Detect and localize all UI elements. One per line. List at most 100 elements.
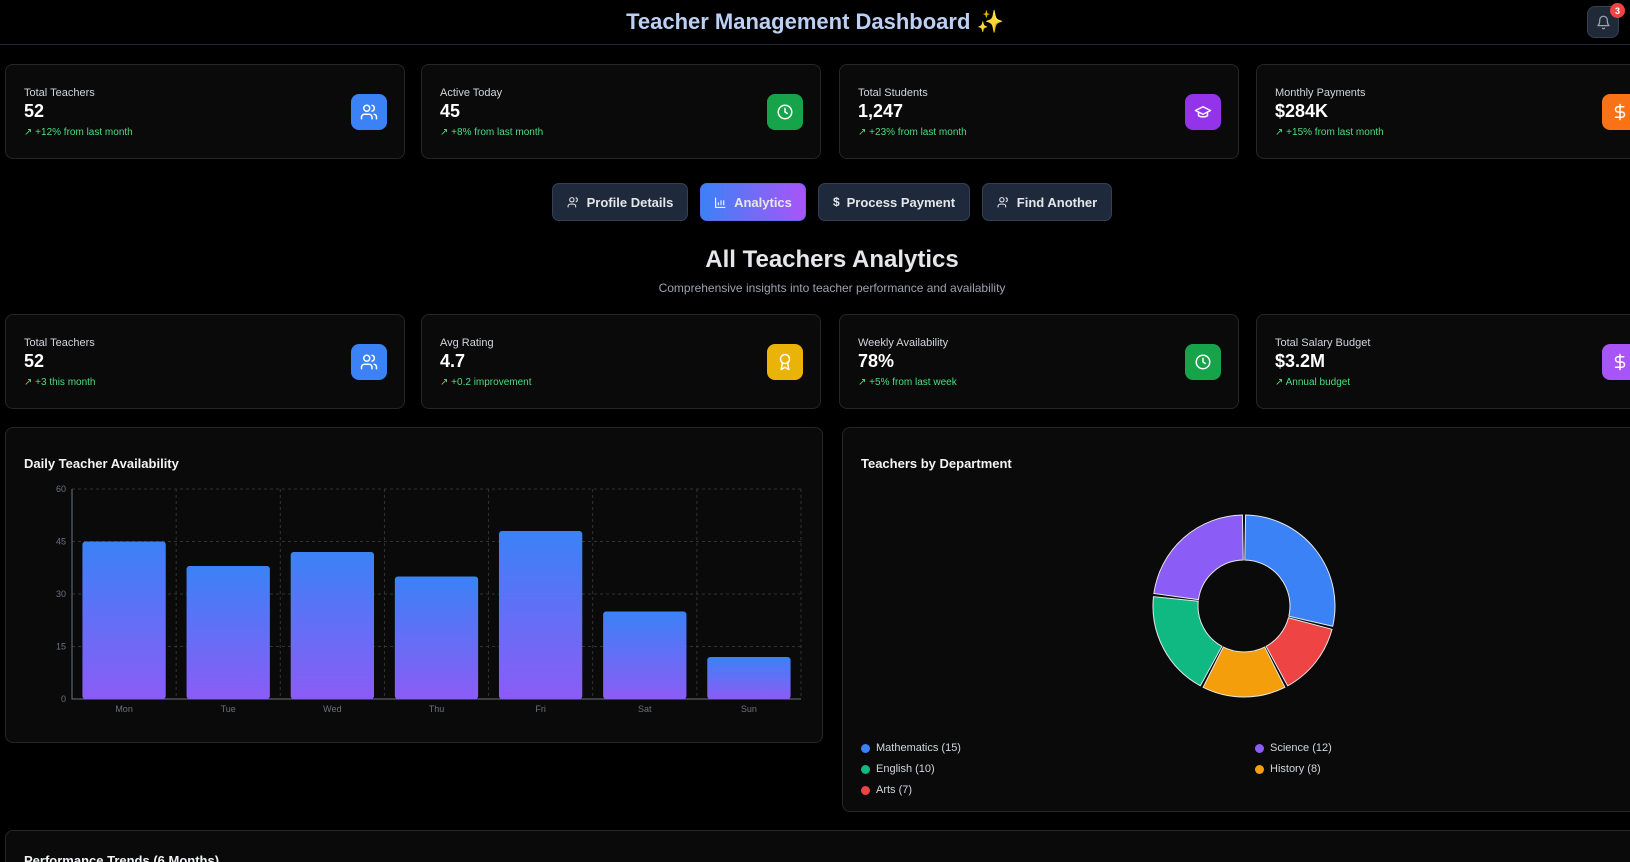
stat-label: Weekly Availability: [858, 337, 949, 349]
department-panel: Teachers by Department Mathematics (15) S…: [842, 427, 1630, 812]
tab-bar: Profile Details Analytics $ Process Paym…: [0, 183, 1630, 221]
stat-change: ↗ +12% from last month: [24, 127, 133, 138]
x-tick-label: Fri: [535, 704, 546, 714]
stat-label: Monthly Payments: [1275, 87, 1366, 99]
stat-card: Total Salary Budget $3.2M ↗ Annual budget: [1256, 314, 1630, 409]
bar-thu[interactable]: [394, 576, 479, 700]
trend-up-icon: ↗: [24, 377, 33, 388]
bar-chart-icon: [715, 197, 726, 208]
x-tick-label: Sat: [638, 704, 652, 714]
bar-wed[interactable]: [290, 552, 375, 699]
legend-swatch: [861, 764, 870, 774]
legend-swatch: [861, 785, 870, 795]
trend-up-icon: ↗: [858, 377, 867, 388]
performance-panel: Performance Trends (6 Months): [5, 830, 1630, 862]
stat-value: 52: [24, 101, 45, 121]
x-tick-label: Tue: [221, 704, 236, 714]
bar-sat[interactable]: [603, 611, 687, 700]
dollar-icon: $: [832, 195, 840, 209]
stat-card: Monthly Payments $284K ↗ +15% from last mo…: [1256, 64, 1630, 159]
legend-item: Science (12): [1255, 742, 1332, 754]
x-tick-label: Sun: [741, 704, 757, 714]
legend-label: Mathematics (15): [876, 742, 961, 754]
users-icon: [997, 196, 1008, 207]
dollar-icon: [1602, 94, 1630, 130]
analytics-title: All Teachers Analytics: [705, 246, 959, 273]
stat-card: Total Students 1,247 ↗ +23% from last mont…: [839, 64, 1239, 159]
stat-change: ↗ +3 this month: [24, 377, 96, 388]
x-tick-label: Thu: [429, 704, 445, 714]
award-icon: [767, 344, 803, 380]
stat-change: ↗ +0.2 improvement: [440, 377, 532, 388]
stat-label: Total Teachers: [24, 87, 95, 99]
stat-value: 45: [440, 101, 461, 121]
legend-swatch: [1255, 743, 1264, 753]
y-tick-label: 45: [56, 537, 66, 547]
tab-process-payment[interactable]: $ Process Payment: [818, 183, 970, 221]
notification-badge: 3: [1610, 3, 1625, 18]
legend-item: English (10): [861, 763, 935, 775]
clock-icon: [767, 94, 803, 130]
stat-change: ↗ +15% from last month: [1275, 127, 1384, 138]
legend-label: History (8): [1270, 763, 1321, 775]
analytics-subtitle: Comprehensive insights into teacher perf…: [658, 281, 1006, 295]
legend-label: Science (12): [1270, 742, 1332, 754]
performance-title: Performance Trends (6 Months): [24, 853, 220, 862]
trend-up-icon: ↗: [858, 127, 867, 138]
stat-label: Total Teachers: [24, 337, 95, 349]
slice-mathematics[interactable]: [1244, 514, 1336, 627]
stat-card: Total Teachers 52 ↗ +12% from last month: [5, 64, 405, 159]
bar-tue[interactable]: [186, 566, 270, 699]
legend-item: Arts (7): [861, 784, 912, 796]
app-header: Teacher Management Dashboard ✨ 3: [0, 0, 1630, 45]
slice-science[interactable]: [1153, 514, 1244, 601]
clock-icon: [1185, 344, 1221, 380]
stat-label: Active Today: [440, 87, 503, 99]
tab-label: Process Payment: [846, 194, 956, 210]
stat-card: Active Today 45 ↗ +8% from last month: [421, 64, 821, 159]
stat-card: Avg Rating 4.7 ↗ +0.2 improvement: [421, 314, 821, 409]
notifications-button[interactable]: 3: [1587, 3, 1625, 38]
user-icon: [567, 196, 578, 207]
page-title: Teacher Management Dashboard ✨: [626, 9, 1004, 34]
stat-change: ↗ +8% from last month: [440, 127, 544, 138]
legend-label: English (10): [876, 763, 935, 775]
stat-label: Avg Rating: [440, 337, 494, 349]
trend-up-icon: ↗: [24, 127, 33, 138]
legend-item: Mathematics (15): [861, 742, 961, 754]
stat-value: 52: [24, 351, 45, 371]
stat-value: $3.2M: [1275, 351, 1326, 371]
users-icon: [351, 344, 387, 380]
department-donut-chart: [1152, 514, 1336, 698]
stat-card: Weekly Availability 78% ↗ +5% from last we…: [839, 314, 1239, 409]
trend-up-icon: ↗: [440, 127, 449, 138]
stat-card: Total Teachers 52 ↗ +3 this month: [5, 314, 405, 409]
graduation-cap-icon: [1185, 94, 1221, 130]
y-tick-label: 15: [56, 642, 66, 652]
tab-analytics[interactable]: Analytics: [700, 183, 806, 221]
trend-up-icon: ↗: [1275, 127, 1284, 138]
stat-label: Total Students: [858, 87, 928, 99]
bar-sun[interactable]: [707, 657, 791, 699]
bar-mon[interactable]: [82, 541, 166, 700]
x-tick-label: Wed: [323, 704, 341, 714]
tab-label: Analytics: [734, 194, 792, 210]
availability-bar-chart: 0 15 30 45 60 Mon Tue Wed Thu Fri Sat Sun: [56, 484, 802, 714]
trend-up-icon: ↗: [440, 377, 449, 388]
tab-find-another[interactable]: Find Another: [982, 183, 1112, 221]
availability-panel: Daily Teacher Availability 0 15 30 45 60 Mon T…: [5, 427, 823, 743]
legend-swatch: [1255, 764, 1264, 774]
stat-label: Total Salary Budget: [1275, 337, 1371, 349]
tab-label: Find Another: [1016, 194, 1098, 210]
legend-item: History (8): [1255, 763, 1321, 775]
stat-value: 4.7: [440, 351, 466, 371]
tab-label: Profile Details: [586, 194, 674, 210]
bar-fri[interactable]: [498, 531, 583, 699]
legend-label: Arts (7): [876, 784, 913, 796]
y-tick-label: 30: [56, 589, 66, 599]
stat-change: ↗ +23% from last month: [858, 127, 967, 138]
trend-up-icon: ↗: [1275, 377, 1284, 388]
y-tick-label: 0: [61, 694, 66, 704]
stat-change: ↗ +5% from last week: [858, 377, 957, 388]
tab-profile-details[interactable]: Profile Details: [552, 183, 688, 221]
